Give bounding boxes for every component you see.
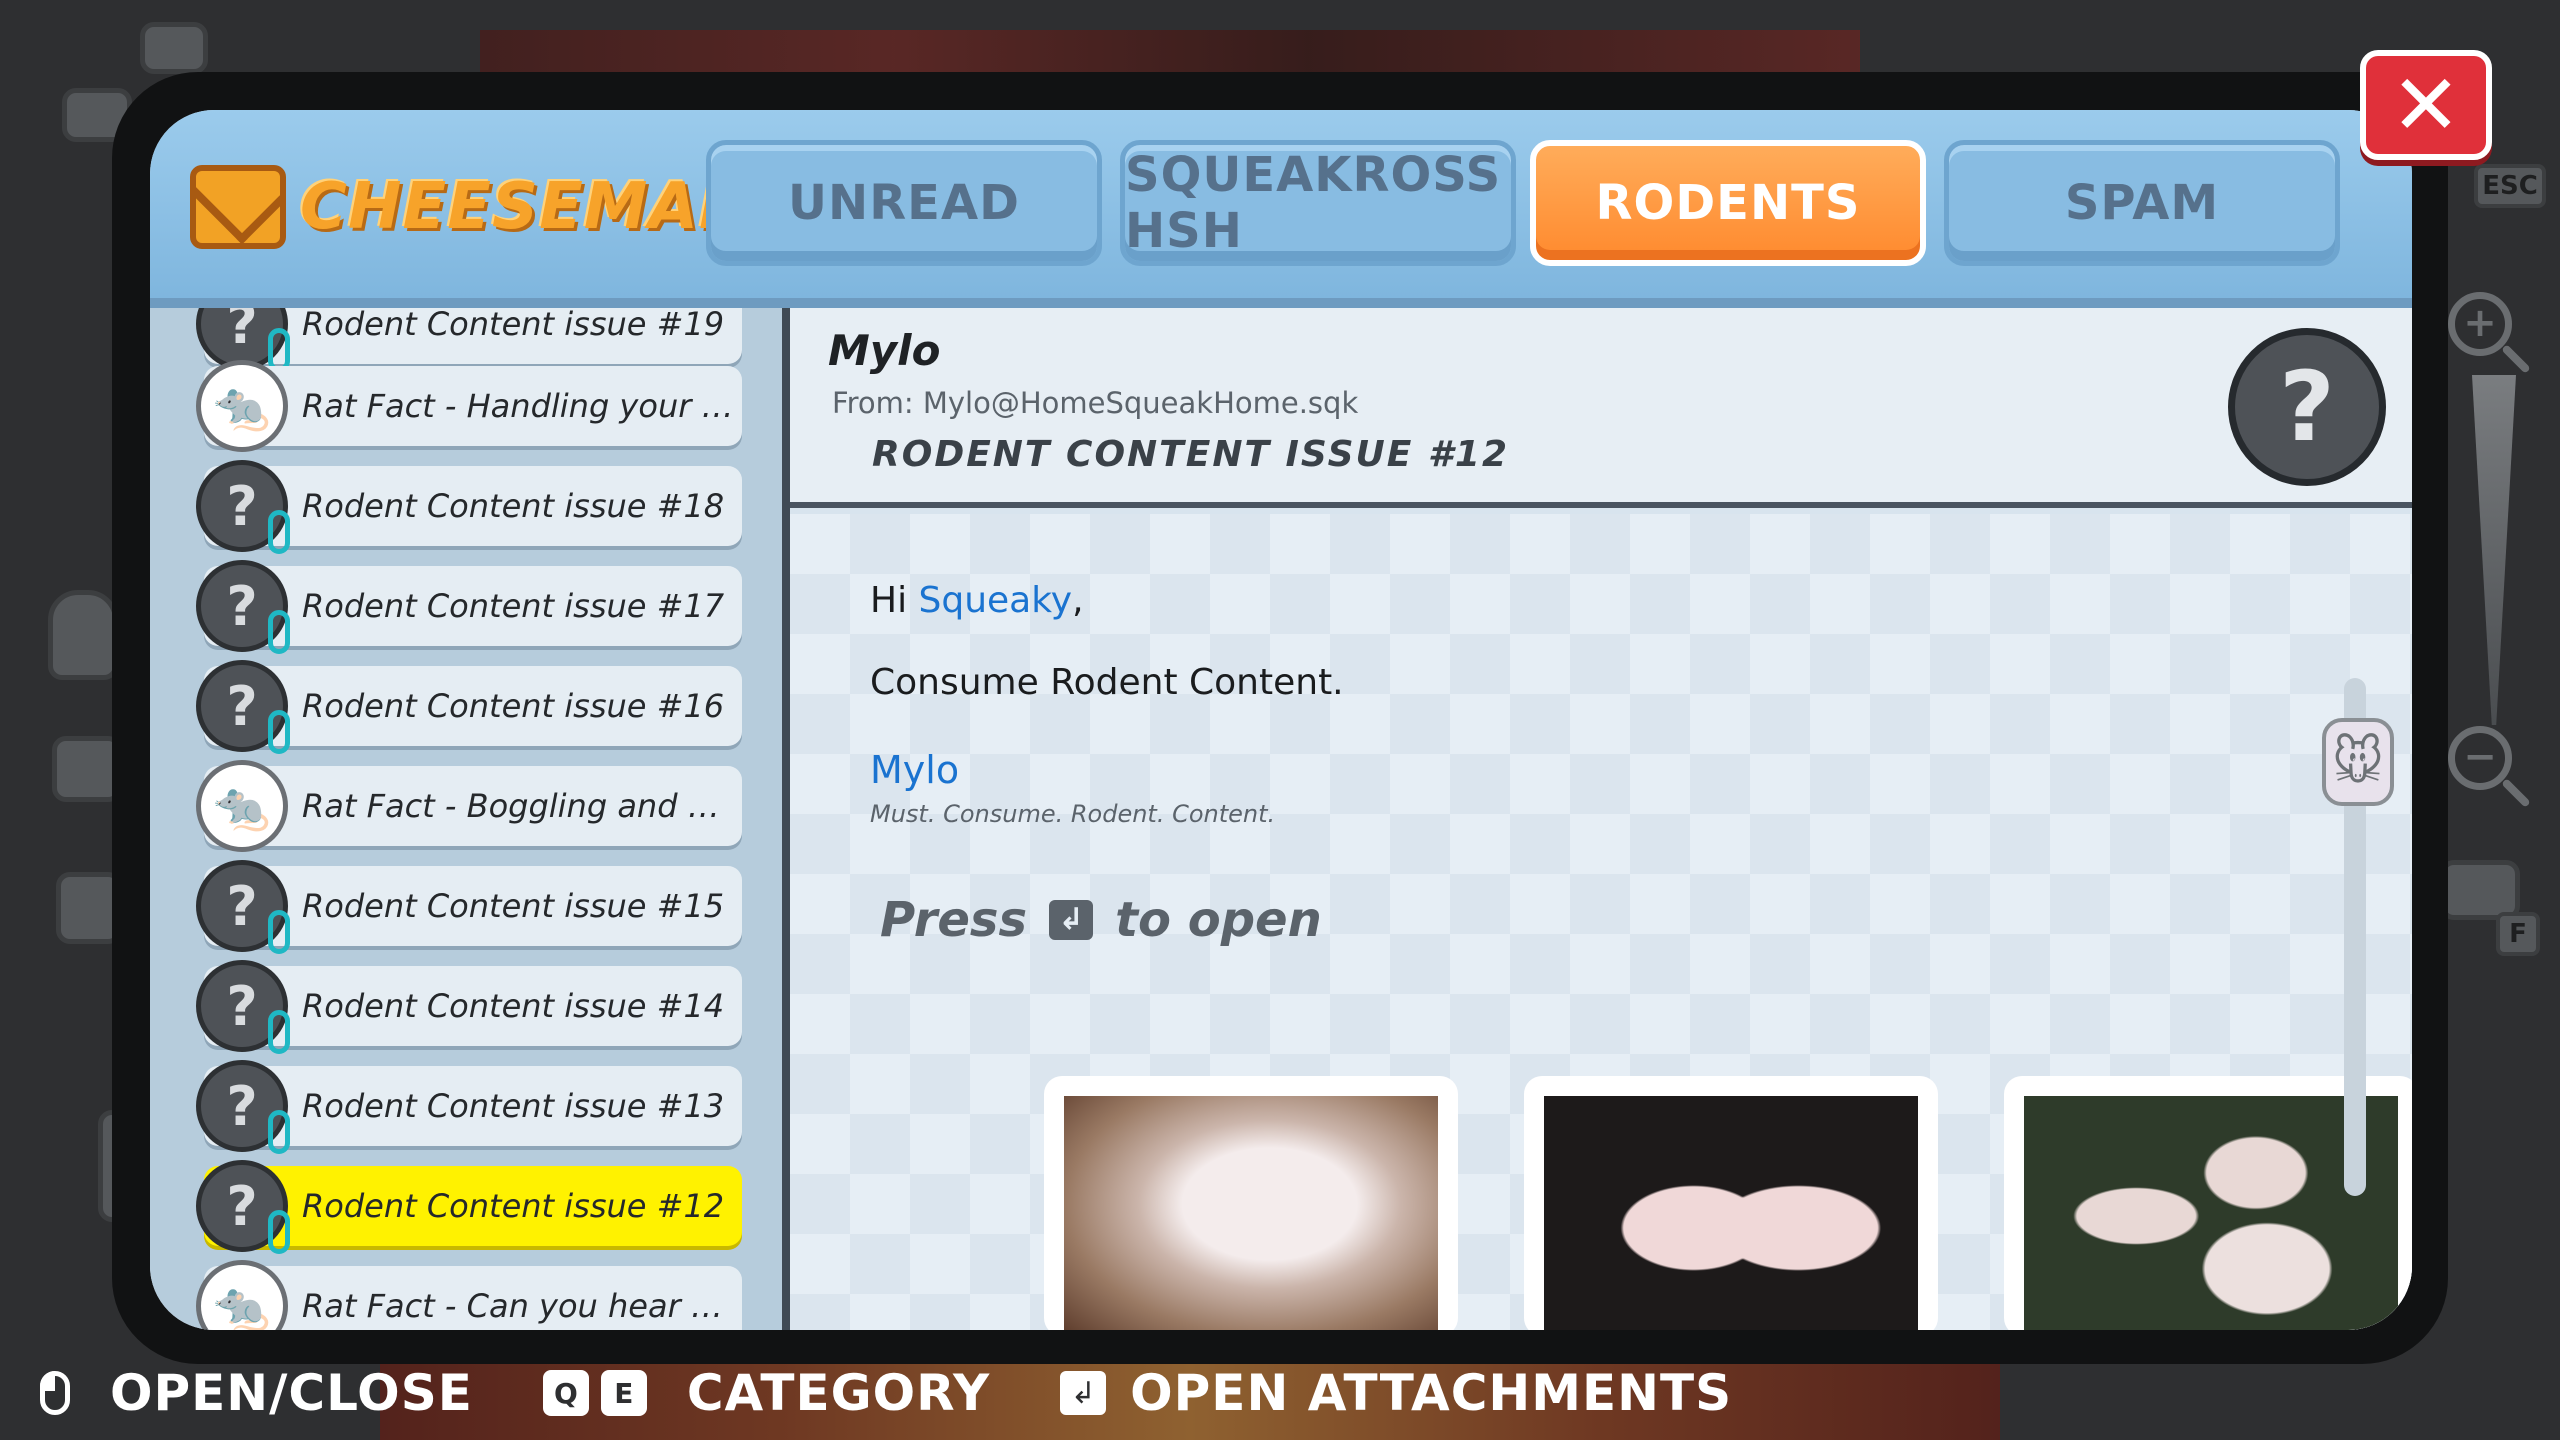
list-item[interactable]: ? Rodent Content issue #19 xyxy=(196,308,742,372)
tab-unread[interactable]: UNREAD xyxy=(706,140,1102,266)
paperclip-icon xyxy=(268,910,290,954)
list-item[interactable]: ? Rodent Content issue #16 xyxy=(196,660,742,754)
sender-address: From: Mylo@HomeSqueakHome.sqk xyxy=(832,386,1359,420)
esc-key-badge: ESC xyxy=(2474,164,2546,208)
enter-key-icon: ↲ xyxy=(1060,1371,1107,1415)
scrollbar-thumb-mouse-icon[interactable]: 🐭 xyxy=(2322,718,2394,806)
open-attachments-prompt: Press ↲ to open xyxy=(880,892,1322,948)
press-label: Press xyxy=(880,892,1028,948)
paperclip-icon xyxy=(268,1210,290,1254)
recipient-name: Squeaky xyxy=(918,580,1073,621)
greeting: Hi Squeaky, xyxy=(870,580,1084,621)
signature-tagline: Must. Consume. Rodent. Content. xyxy=(870,800,1276,828)
list-item[interactable]: 🐀 Rat Fact - Boggling and br... xyxy=(196,760,742,852)
list-item-label: Rodent Content issue #17 xyxy=(302,587,725,625)
side-window-icon xyxy=(140,22,208,74)
app-logo: CHEESEMAIL xyxy=(190,162,766,252)
rat-fact-avatar-icon: 🐀 xyxy=(196,760,288,852)
list-divider xyxy=(782,308,790,1330)
list-item-label: Rodent Content issue #12 xyxy=(302,1187,725,1225)
mail-header: CHEESEMAIL UNREAD SQUEAKROSS HSH RODENTS… xyxy=(150,110,2412,308)
zoom-out-icon[interactable]: − xyxy=(2448,726,2512,790)
tab-rodents[interactable]: RODENTS xyxy=(1530,140,1926,266)
category-hint: CATEGORY xyxy=(686,1364,991,1422)
greeting-prefix: Hi xyxy=(870,580,919,621)
list-item[interactable]: ? Rodent Content issue #14 xyxy=(196,960,742,1054)
attachment-photo-2[interactable] xyxy=(1524,1076,1938,1330)
side-fullscreen-icon xyxy=(2440,860,2520,920)
app-title: CHEESEMAIL xyxy=(300,170,766,244)
to-open-label: to open xyxy=(1115,892,1322,948)
mouse-icon xyxy=(40,1371,70,1415)
rat-photo-1 xyxy=(1064,1096,1438,1330)
envelope-icon xyxy=(190,165,286,249)
tab-spam[interactable]: SPAM xyxy=(1944,140,2340,266)
zoom-in-icon[interactable]: + xyxy=(2448,292,2512,356)
list-item[interactable]: 🐀 Rat Fact - Can you hear me? xyxy=(196,1260,742,1330)
list-item-label: Rodent Content issue #19 xyxy=(302,308,725,343)
message-body: Hi Squeaky, Consume Rodent Content. Mylo… xyxy=(790,514,2412,1330)
message-subject: RODENT CONTENT ISSUE #12 xyxy=(872,434,1510,475)
list-item-label: Rat Fact - Can you hear me? xyxy=(302,1287,734,1325)
f-key-badge: F xyxy=(2496,912,2540,956)
body-text: Consume Rodent Content. xyxy=(870,662,1344,703)
enter-key-icon: ↲ xyxy=(1049,900,1094,940)
sender-name: Mylo xyxy=(828,326,941,375)
signature-name: Mylo xyxy=(870,748,960,792)
rat-fact-avatar-icon: 🐀 xyxy=(196,1260,288,1330)
zoom-slider[interactable] xyxy=(2472,375,2516,725)
list-item-label: Rodent Content issue #16 xyxy=(302,687,725,725)
list-item-label: Rodent Content issue #15 xyxy=(302,887,725,925)
paperclip-icon xyxy=(268,710,290,754)
tab-squeakross-hsh[interactable]: SQUEAKROSS HSH xyxy=(1120,140,1516,266)
sender-avatar-icon: ? xyxy=(2228,328,2386,486)
paperclip-icon xyxy=(268,1010,290,1054)
list-item-label: Rodent Content issue #18 xyxy=(302,487,725,525)
list-item[interactable]: ? Rodent Content issue #13 xyxy=(196,1060,742,1154)
open-close-hint: OPEN/CLOSE xyxy=(110,1364,473,1422)
list-item[interactable]: ? Rodent Content issue #17 xyxy=(196,560,742,654)
rat-fact-avatar-icon: 🐀 xyxy=(196,360,288,452)
q-key-icon: Q xyxy=(542,1370,589,1416)
side-hat-icon xyxy=(48,590,118,680)
rat-photo-2 xyxy=(1544,1096,1918,1330)
list-item[interactable]: ? Rodent Content issue #12 xyxy=(196,1160,742,1254)
rat-photo-3 xyxy=(2024,1096,2398,1330)
list-item[interactable]: 🐀 Rat Fact - Handling your rat xyxy=(196,360,742,452)
open-attachments-hint: OPEN ATTACHMENTS xyxy=(1130,1364,1733,1422)
inbox-list[interactable]: ? Rodent Content issue #19 🐀 Rat Fact - Han… xyxy=(150,308,790,1330)
list-item-label: Rat Fact - Boggling and br... xyxy=(302,787,734,825)
control-hints: OPEN/CLOSE Q E CATEGORY ↲ OPEN ATTACHMEN… xyxy=(40,1358,1802,1428)
e-key-icon: E xyxy=(600,1370,647,1416)
list-item-label: Rodent Content issue #13 xyxy=(302,1087,725,1125)
list-item[interactable]: ? Rodent Content issue #18 xyxy=(196,460,742,554)
paperclip-icon xyxy=(268,1110,290,1154)
list-item[interactable]: ? Rodent Content issue #15 xyxy=(196,860,742,954)
close-button[interactable]: ✕ xyxy=(2360,50,2492,160)
greeting-suffix: , xyxy=(1072,580,1084,621)
message-header: Mylo From: Mylo@HomeSqueakHome.sqk RODEN… xyxy=(790,308,2412,508)
paperclip-icon xyxy=(268,610,290,654)
list-item-label: Rodent Content issue #14 xyxy=(302,987,725,1025)
paperclip-icon xyxy=(268,510,290,554)
mail-window: CHEESEMAIL UNREAD SQUEAKROSS HSH RODENTS… xyxy=(150,110,2412,1330)
attachment-photo-1[interactable] xyxy=(1044,1076,1458,1330)
list-item-label: Rat Fact - Handling your rat xyxy=(302,387,734,425)
